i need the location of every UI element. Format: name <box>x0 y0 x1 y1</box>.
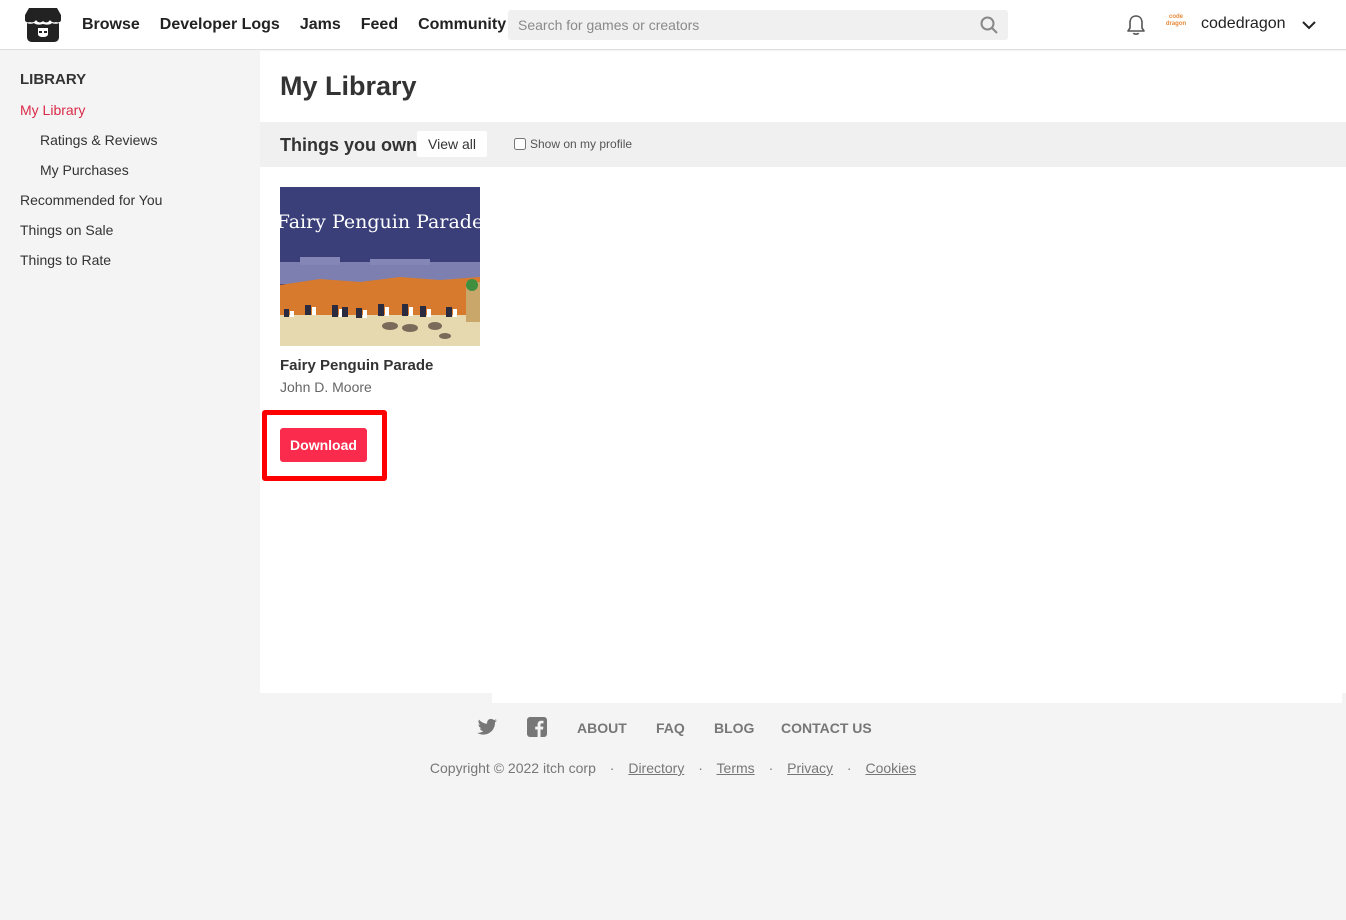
download-button[interactable]: Download <box>280 428 367 462</box>
footer-privacy-link[interactable]: Privacy <box>787 760 833 776</box>
sidebar-item-my-purchases[interactable]: My Purchases <box>40 162 129 178</box>
search-input[interactable] <box>508 10 968 40</box>
footer-cookies-link[interactable]: Cookies <box>865 760 916 776</box>
sidebar-item-things-on-sale[interactable]: Things on Sale <box>20 222 113 238</box>
sidebar-heading: LIBRARY <box>20 71 87 88</box>
username-label[interactable]: codedragon <box>1201 15 1286 33</box>
nav-community[interactable]: Community <box>418 16 506 34</box>
footer-directory-link[interactable]: Directory <box>628 760 684 776</box>
footer-copyright: Copyright © 2022 itch corp · Directory ·… <box>429 760 917 776</box>
chevron-down-icon[interactable] <box>1300 16 1318 34</box>
copyright-text: Copyright © 2022 itch corp <box>429 760 596 776</box>
collection-header: Things you own View all Show on my profi… <box>260 122 1346 167</box>
sidebar-item-ratings-reviews[interactable]: Ratings & Reviews <box>40 132 158 148</box>
nav-feed[interactable]: Feed <box>361 16 398 34</box>
footer-blog-link[interactable]: BLOG <box>714 720 754 736</box>
footer-links: ABOUT FAQ BLOG CONTACT US <box>0 717 1346 740</box>
content-bottom-edge <box>492 693 1342 703</box>
page-title: My Library <box>280 71 417 101</box>
main-content: My Library Things you own View all Show … <box>260 51 1346 693</box>
game-thumbnail[interactable]: Fairy Penguin Parade <box>280 187 480 346</box>
sidebar-item-things-to-rate[interactable]: Things to Rate <box>20 252 111 268</box>
notifications-bell-icon[interactable] <box>1125 14 1147 36</box>
itch-logo-icon[interactable] <box>24 7 62 43</box>
footer-terms-link[interactable]: Terms <box>717 760 755 776</box>
main-nav: Browse Developer Logs Jams Feed Communit… <box>82 0 526 50</box>
twitter-icon[interactable] <box>477 718 498 736</box>
game-author-link[interactable]: John D. Moore <box>280 379 480 395</box>
show-on-profile-label: Show on my profile <box>530 137 633 151</box>
view-all-button[interactable]: View all <box>417 131 487 157</box>
section-title: Things you own <box>280 135 417 155</box>
nav-developer-logs[interactable]: Developer Logs <box>160 16 280 34</box>
facebook-icon[interactable] <box>527 717 547 737</box>
footer-faq-link[interactable]: FAQ <box>656 720 685 736</box>
footer-contact-link[interactable]: CONTACT US <box>781 720 872 736</box>
thumbnail-title-text: Fairy Penguin Parade <box>280 211 480 233</box>
footer-about-link[interactable]: ABOUT <box>577 720 627 736</box>
search-icon[interactable] <box>980 16 998 34</box>
show-on-profile-toggle[interactable]: Show on my profile <box>514 137 632 151</box>
nav-browse[interactable]: Browse <box>82 16 140 34</box>
show-on-profile-checkbox[interactable] <box>514 138 526 150</box>
user-avatar[interactable]: code dragon <box>1163 14 1189 36</box>
sidebar-item-recommended[interactable]: Recommended for You <box>20 192 162 208</box>
top-header: Browse Developer Logs Jams Feed Communit… <box>0 0 1346 50</box>
nav-jams[interactable]: Jams <box>300 16 341 34</box>
game-title-link[interactable]: Fairy Penguin Parade <box>280 357 480 374</box>
search-box <box>508 10 1008 40</box>
game-cell: Fairy Penguin Parade Fairy Penguin Parad… <box>280 187 480 395</box>
sidebar-item-my-library[interactable]: My Library <box>20 102 85 118</box>
